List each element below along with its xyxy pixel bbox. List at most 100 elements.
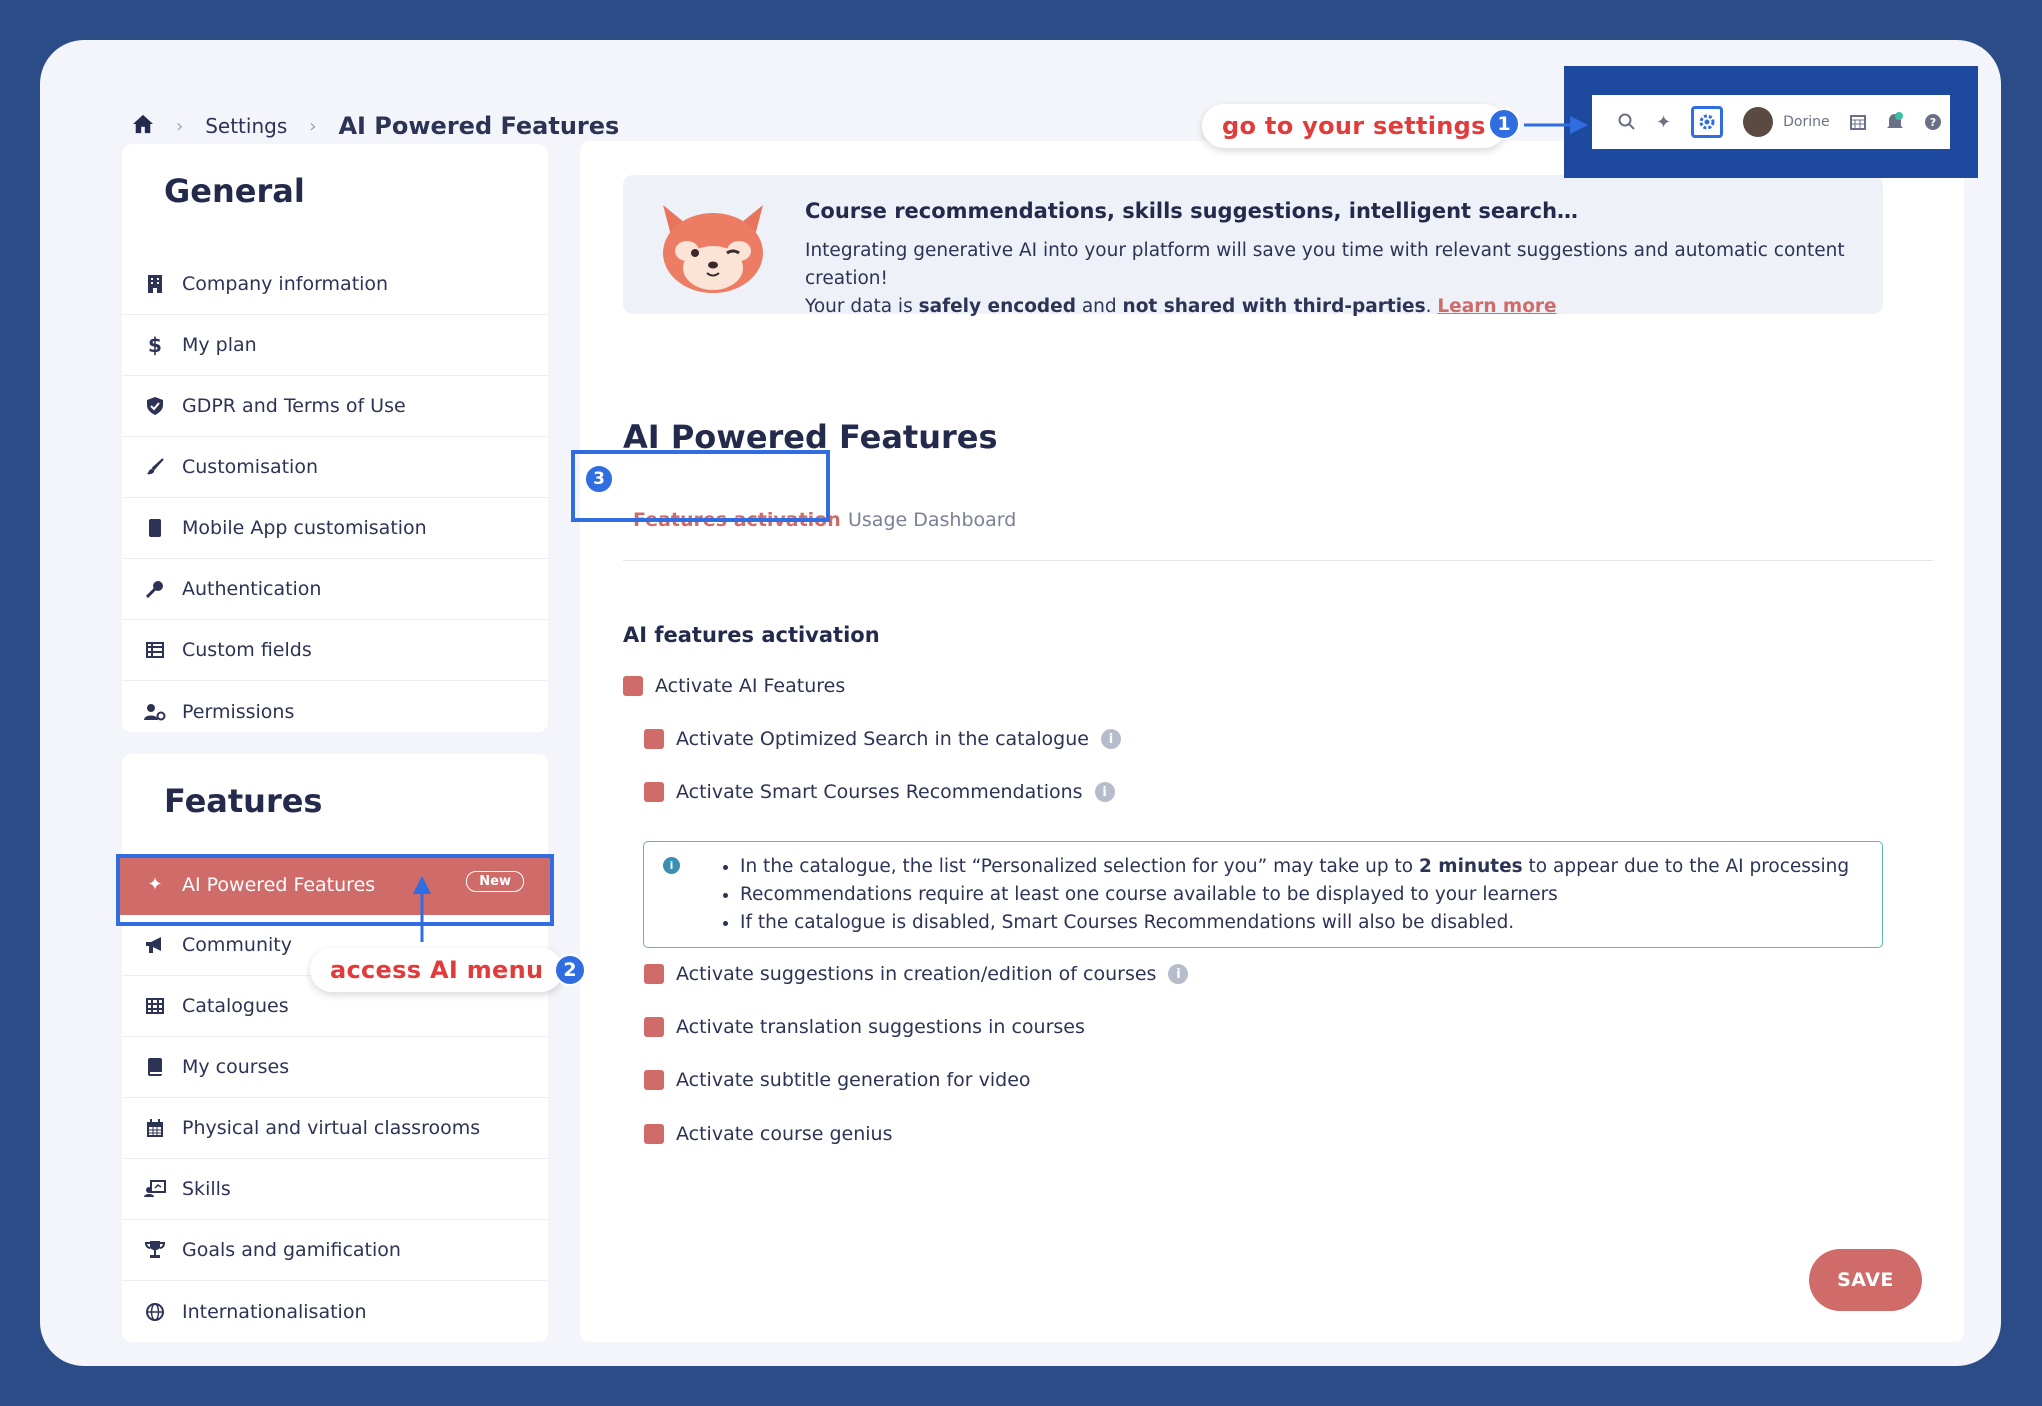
help-icon[interactable]: ? [1924,113,1942,131]
info-icon: i [663,857,680,874]
learn-more-link[interactable]: Learn more [1437,296,1556,317]
sidebar-item-label: Physical and virtual classrooms [182,1117,481,1139]
option-label: Activate subtitle generation for video [676,1069,1031,1091]
sidebar-item-label: Community [182,934,292,956]
checkbox[interactable] [644,729,664,749]
sidebar-item-goals[interactable]: Goals and gamification [122,1220,548,1281]
breadcrumb-separator: › [176,115,184,137]
sidebar-general-title: General [164,172,305,210]
checkbox[interactable] [644,782,664,802]
save-button[interactable]: SAVE [1809,1249,1922,1311]
step-3-badge: 3 [584,464,614,494]
banner-line-1: Integrating generative AI into your plat… [805,240,1845,289]
skills-icon [140,1180,170,1198]
info-icon[interactable]: i [1100,729,1121,749]
option-label: Activate suggestions in creation/edition… [676,963,1157,985]
step-1-badge: 1 [1488,108,1520,140]
sparkles-icon[interactable]: ✦ [1656,112,1671,133]
info-list: In the catalogue, the list “Personalized… [740,853,1849,937]
sidebar-item-label: Internationalisation [182,1300,367,1323]
option-subtitle-generation[interactable]: Activate subtitle generation for video [644,1069,1031,1091]
sidebar-features-panel: Features ✦ AI Powered Features New Commu… [118,754,552,1342]
sidebar-item-label: Permissions [182,700,295,723]
breadcrumb: › Settings › AI Powered Features [132,112,619,140]
arrow-up-icon [413,876,431,942]
sidebar-item-label: Mobile App customisation [182,517,427,539]
sidebar-item-my-plan[interactable]: $ My plan [122,315,548,376]
arrow-right-icon [1524,116,1588,134]
sidebar-item-mobile-app[interactable]: Mobile App customisation [122,498,548,559]
sidebar-item-label: Company information [182,273,389,295]
breadcrumb-separator: › [309,115,317,137]
topbar: ✦ Dorine ? [1592,95,1950,149]
option-optimized-search[interactable]: Activate Optimized Search in the catalog… [644,728,1121,750]
tab-usage-dashboard[interactable]: Usage Dashboard [848,509,1016,531]
mobile-icon [140,519,170,537]
banner-text-part: Your data is [805,296,919,317]
info-item: In the catalogue, the list “Personalized… [740,853,1849,881]
brush-icon [140,458,170,476]
calendar-icon[interactable] [1849,114,1866,130]
checkbox[interactable] [644,1070,664,1090]
banner-text-part: . [1425,296,1438,317]
option-course-genius[interactable]: Activate course genius [644,1123,892,1145]
sidebar-item-classrooms[interactable]: Physical and virtual classrooms [122,1098,548,1159]
home-icon[interactable] [132,114,154,139]
callout-settings: go to your settings [1202,104,1506,148]
info-box: i In the catalogue, the list “Personaliz… [643,841,1883,948]
breadcrumb-settings[interactable]: Settings [205,114,287,138]
banner-line-2: Your data is safely encoded and not shar… [805,293,1865,321]
search-icon[interactable] [1618,113,1636,131]
info-item: If the catalogue is disabled, Smart Cour… [740,909,1849,937]
table-icon [140,642,170,658]
checkbox[interactable] [644,1017,664,1037]
option-label: Activate Optimized Search in the catalog… [676,728,1089,750]
option-smart-recommendations[interactable]: Activate Smart Courses Recommendations i [644,781,1115,803]
sidebar-item-gdpr[interactable]: GDPR and Terms of Use [122,376,548,437]
sidebar-item-label: Customisation [182,456,319,478]
grid-icon [140,998,170,1014]
dollar-icon: $ [148,333,162,357]
topbar-annotation: ✦ Dorine ? [1564,66,1978,178]
checkbox[interactable] [644,1124,664,1144]
info-icon[interactable]: i [1094,782,1115,802]
option-label: Activate Smart Courses Recommendations [676,781,1083,803]
banner-text-bold: safely encoded [918,296,1076,317]
sidebar-item-permissions[interactable]: Permissions [122,681,548,742]
sidebar-item-custom-fields[interactable]: Custom fields [122,620,548,681]
option-translation-suggestions[interactable]: Activate translation suggestions in cour… [644,1016,1085,1038]
sidebar-item-label: Goals and gamification [182,1239,401,1261]
sidebar-item-customisation[interactable]: Customisation [122,437,548,498]
checkbox[interactable] [644,964,664,984]
sidebar-item-my-courses[interactable]: My courses [122,1037,548,1098]
sidebar-item-label: Skills [182,1178,231,1200]
shield-icon [140,397,170,415]
highlight-ai-menu [116,854,554,926]
bell-icon[interactable] [1886,112,1904,132]
sidebar-item-label: Catalogues [182,995,289,1017]
info-icon[interactable]: i [1168,964,1189,984]
option-activate-ai-features[interactable]: Activate AI Features [623,675,845,697]
gear-icon[interactable] [1691,106,1724,138]
ai-banner: Course recommendations, skills suggestio… [623,175,1883,317]
info-text: In the catalogue, the list “Personalized… [740,856,1419,877]
user-name[interactable]: Dorine [1783,114,1829,130]
option-label: Activate AI Features [655,675,846,697]
book-icon [140,1058,170,1076]
sidebar-item-authentication[interactable]: Authentication [122,559,548,620]
sidebar-item-internationalisation[interactable]: Internationalisation [122,1281,548,1342]
sidebar-item-label: My courses [182,1056,290,1078]
info-text: to appear due to the AI processing [1522,856,1850,877]
breadcrumb-current: AI Powered Features [338,112,620,140]
checkbox[interactable] [623,676,643,696]
avatar[interactable] [1743,107,1774,137]
sidebar-item-skills[interactable]: Skills [122,1159,548,1220]
sidebar-item-company-information[interactable]: Company information [122,254,548,315]
main-content: Course recommendations, skills suggestio… [580,141,1964,1342]
svg-text:?: ? [1929,116,1935,129]
sidebar-item-label: Custom fields [182,639,312,661]
app-window: › Settings › AI Powered Features General… [40,40,2001,1366]
sidebar-item-label: GDPR and Terms of Use [182,395,406,417]
option-course-suggestions[interactable]: Activate suggestions in creation/edition… [644,963,1189,985]
red-panda-mascot [663,205,763,293]
